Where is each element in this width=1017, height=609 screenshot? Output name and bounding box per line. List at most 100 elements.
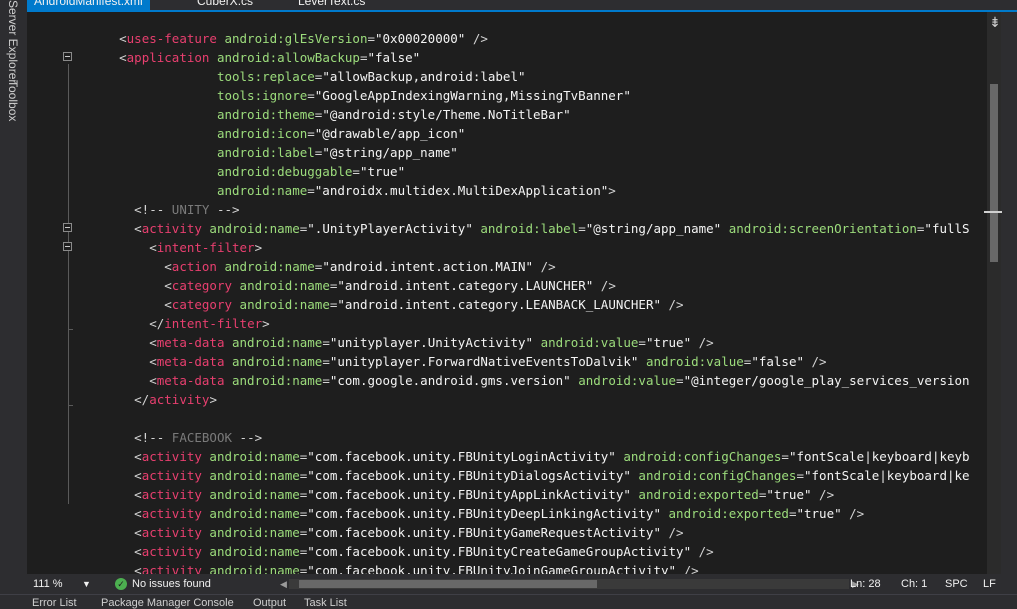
code-token: = [796, 468, 804, 483]
collapse-intent-filter-icon[interactable] [63, 242, 72, 251]
code-token: activity [141, 563, 202, 574]
code-token: "fontScale|keyboard|ke [804, 468, 970, 483]
code-token: < [119, 50, 127, 65]
issues-status[interactable]: No issues found [132, 574, 211, 594]
code-line[interactable]: android:label="@string/app_name" [89, 143, 970, 162]
code-line[interactable]: <meta-data android:name="com.google.andr… [89, 371, 970, 390]
code-line[interactable]: <intent-filter> [89, 238, 970, 257]
code-token: android:configChanges [630, 468, 797, 483]
code-token: = [322, 373, 330, 388]
tab-error-list[interactable]: Error List [32, 597, 77, 609]
zoom-level[interactable]: 111 % [33, 574, 63, 594]
collapse-activity-icon[interactable] [63, 223, 72, 232]
code-line[interactable]: <category android:name="android.intent.c… [89, 295, 970, 314]
code-token: android:name [201, 544, 300, 559]
code-token: android:name [224, 373, 323, 388]
code-token: < [134, 525, 142, 540]
code-line[interactable]: <meta-data android:name="unityplayer.Uni… [89, 333, 970, 352]
server-explorer-tab[interactable]: Server Explorer [6, 0, 20, 83]
code-token: "com.facebook.unity.FBUnityCreateGameGro… [307, 544, 692, 559]
code-token: /> [691, 544, 714, 559]
code-line[interactable]: tools:ignore="GoogleAppIndexingWarning,M… [89, 86, 970, 105]
tab-levertext[interactable]: LeverText.cs [291, 0, 372, 10]
code-token: = [322, 335, 330, 350]
code-line[interactable]: <activity android:name="com.facebook.uni… [89, 561, 970, 574]
code-line[interactable]: <activity android:name="com.facebook.uni… [89, 504, 970, 523]
code-line[interactable]: <activity android:name="com.facebook.uni… [89, 542, 970, 561]
code-token: android:name [201, 449, 300, 464]
code-token: meta-data [156, 354, 225, 369]
code-text[interactable]: <uses-feature android:glEsVersion="0x000… [89, 29, 970, 574]
code-token: android:value [533, 335, 639, 350]
document-tabs: AndroidManifest.xml CuberX.cs LeverText.… [27, 0, 1017, 10]
tab-output[interactable]: Output [253, 597, 286, 609]
tab-androidmanifest[interactable]: AndroidManifest.xml [27, 0, 150, 10]
code-line[interactable]: </intent-filter> [89, 314, 970, 333]
code-line[interactable]: android:debuggable="true" [89, 162, 970, 181]
code-line[interactable]: <category android:name="android.intent.c… [89, 276, 970, 295]
code-token: android:label [216, 145, 315, 160]
horizontal-scroll-thumb[interactable] [299, 580, 597, 588]
splitter-icon[interactable]: ⇟ [986, 12, 1004, 34]
line-ending[interactable]: LF [983, 574, 996, 594]
code-token: activity [141, 506, 202, 521]
vertical-scrollbar[interactable] [987, 12, 1001, 574]
tab-task-list[interactable]: Task List [304, 597, 347, 609]
code-token: /> [593, 278, 616, 293]
scroll-left-icon[interactable]: ◀ [280, 574, 287, 594]
code-line[interactable]: <uses-feature android:glEsVersion="0x000… [89, 29, 970, 48]
toolbox-tab[interactable]: Toolbox [6, 80, 20, 121]
code-token: "fontScale|keyboard|keyb [788, 449, 970, 464]
vertical-scroll-thumb[interactable] [990, 84, 998, 262]
code-token: "@android:style/Theme.NoTitleBar" [322, 107, 571, 122]
code-line[interactable]: <application android:allowBackup="false" [89, 48, 970, 67]
code-line[interactable]: <activity android:name="com.facebook.uni… [89, 447, 970, 466]
horizontal-scrollbar[interactable] [289, 579, 849, 589]
code-token: FACEBOOK [171, 430, 233, 445]
code-token: android:name [216, 259, 315, 274]
code-line[interactable]: <!-- FACEBOOK --> [89, 428, 970, 447]
code-line[interactable]: <action android:name="android.intent.act… [89, 257, 970, 276]
code-token: /> [465, 31, 488, 46]
code-line[interactable]: android:icon="@drawable/app_icon" [89, 124, 970, 143]
collapse-application-icon[interactable] [63, 52, 72, 61]
bottom-tool-tabs: Error List Package Manager Console Outpu… [0, 594, 1017, 609]
code-editor[interactable]: <uses-feature android:glEsVersion="0x000… [27, 12, 987, 574]
code-token: tools:replace [216, 69, 315, 84]
code-token: android:name [201, 487, 300, 502]
code-token: android:exported [661, 506, 789, 521]
code-line[interactable]: </activity> [89, 390, 970, 409]
code-token: = [307, 126, 315, 141]
tab-package-manager-console[interactable]: Package Manager Console [101, 597, 234, 609]
code-line[interactable] [89, 409, 970, 428]
code-line[interactable]: <activity android:name = ".UnityPlayerActi… [89, 219, 969, 238]
code-line[interactable]: <!-- UNITY --> [89, 200, 970, 219]
code-line[interactable]: android:theme="@android:style/Theme.NoTi… [89, 105, 970, 124]
chevron-down-icon[interactable]: ▼ [82, 574, 91, 594]
indent-mode[interactable]: SPC [945, 574, 968, 594]
code-token: < [134, 468, 142, 483]
code-line[interactable]: <activity android:name="com.facebook.uni… [89, 485, 970, 504]
code-line[interactable]: <activity android:name="com.facebook.uni… [89, 466, 970, 485]
code-token: > [209, 392, 217, 407]
code-token: </ [134, 392, 150, 407]
code-line[interactable]: <meta-data android:name="unityplayer.For… [89, 352, 970, 371]
code-token: intent-filter [164, 316, 263, 331]
code-line[interactable]: tools:replace="allowBackup,android:label… [89, 67, 970, 86]
code-token: > [608, 183, 616, 198]
code-line[interactable]: android:name="androidx.multidex.MultiDex… [89, 181, 970, 200]
tab-cuberx[interactable]: CuberX.cs [190, 0, 260, 10]
code-line[interactable]: <activity android:name="com.facebook.uni… [89, 523, 970, 542]
code-token: "unityplayer.UnityActivity" [329, 335, 534, 350]
code-token: android:name [201, 506, 300, 521]
